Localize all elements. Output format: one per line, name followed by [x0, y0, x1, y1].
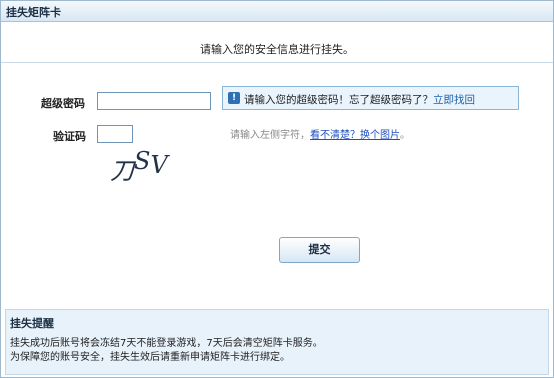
super-password-hint: ! 请输入您的超级密码！忘了超级密码了？立即找回 [222, 86, 519, 110]
captcha-label: 验证码 [53, 130, 86, 143]
recover-password-link[interactable]: 立即找回 [433, 94, 475, 106]
captcha-input[interactable] [97, 125, 133, 143]
captcha-hint: 请输入左侧字符，看不清楚？换个图片。 [230, 130, 410, 141]
form-intro: 请输入您的安全信息进行挂失。 [200, 43, 354, 56]
submit-button[interactable]: 提交 [279, 237, 360, 263]
notice-line-1: 挂失成功后账号将会冻结7天不能登录游戏，7天后会清空矩阵卡服务。 [10, 338, 323, 349]
refresh-captcha-link[interactable]: 看不清楚？换个图片 [310, 130, 400, 141]
hint-text: 请输入您的超级密码！忘了超级密码了？ [244, 94, 433, 106]
window-title: 挂失矩阵卡 [6, 6, 61, 19]
notice-line-2: 为保障您的账号安全，挂失生效后请重新申请矩阵卡进行绑定。 [10, 352, 290, 363]
title-bar: 挂失矩阵卡 [1, 1, 553, 22]
notice-panel: 挂失提醒 挂失成功后账号将会冻结7天不能登录游戏，7天后会清空矩阵卡服务。 为保… [5, 309, 549, 375]
notice-title: 挂失提醒 [10, 317, 54, 330]
dialog-frame: 挂失矩阵卡 请输入您的安全信息进行挂失。 超级密码 ! 请输入您的超级密码！忘了… [0, 0, 554, 378]
captcha-hint-text: 请输入左侧字符， [230, 130, 310, 141]
info-icon: ! [228, 92, 240, 104]
super-password-input[interactable] [97, 92, 211, 110]
captcha-text: 刀SV [110, 149, 170, 185]
super-password-label: 超级密码 [41, 97, 85, 110]
captcha-image[interactable]: 刀SV [108, 149, 183, 187]
divider [1, 62, 553, 63]
